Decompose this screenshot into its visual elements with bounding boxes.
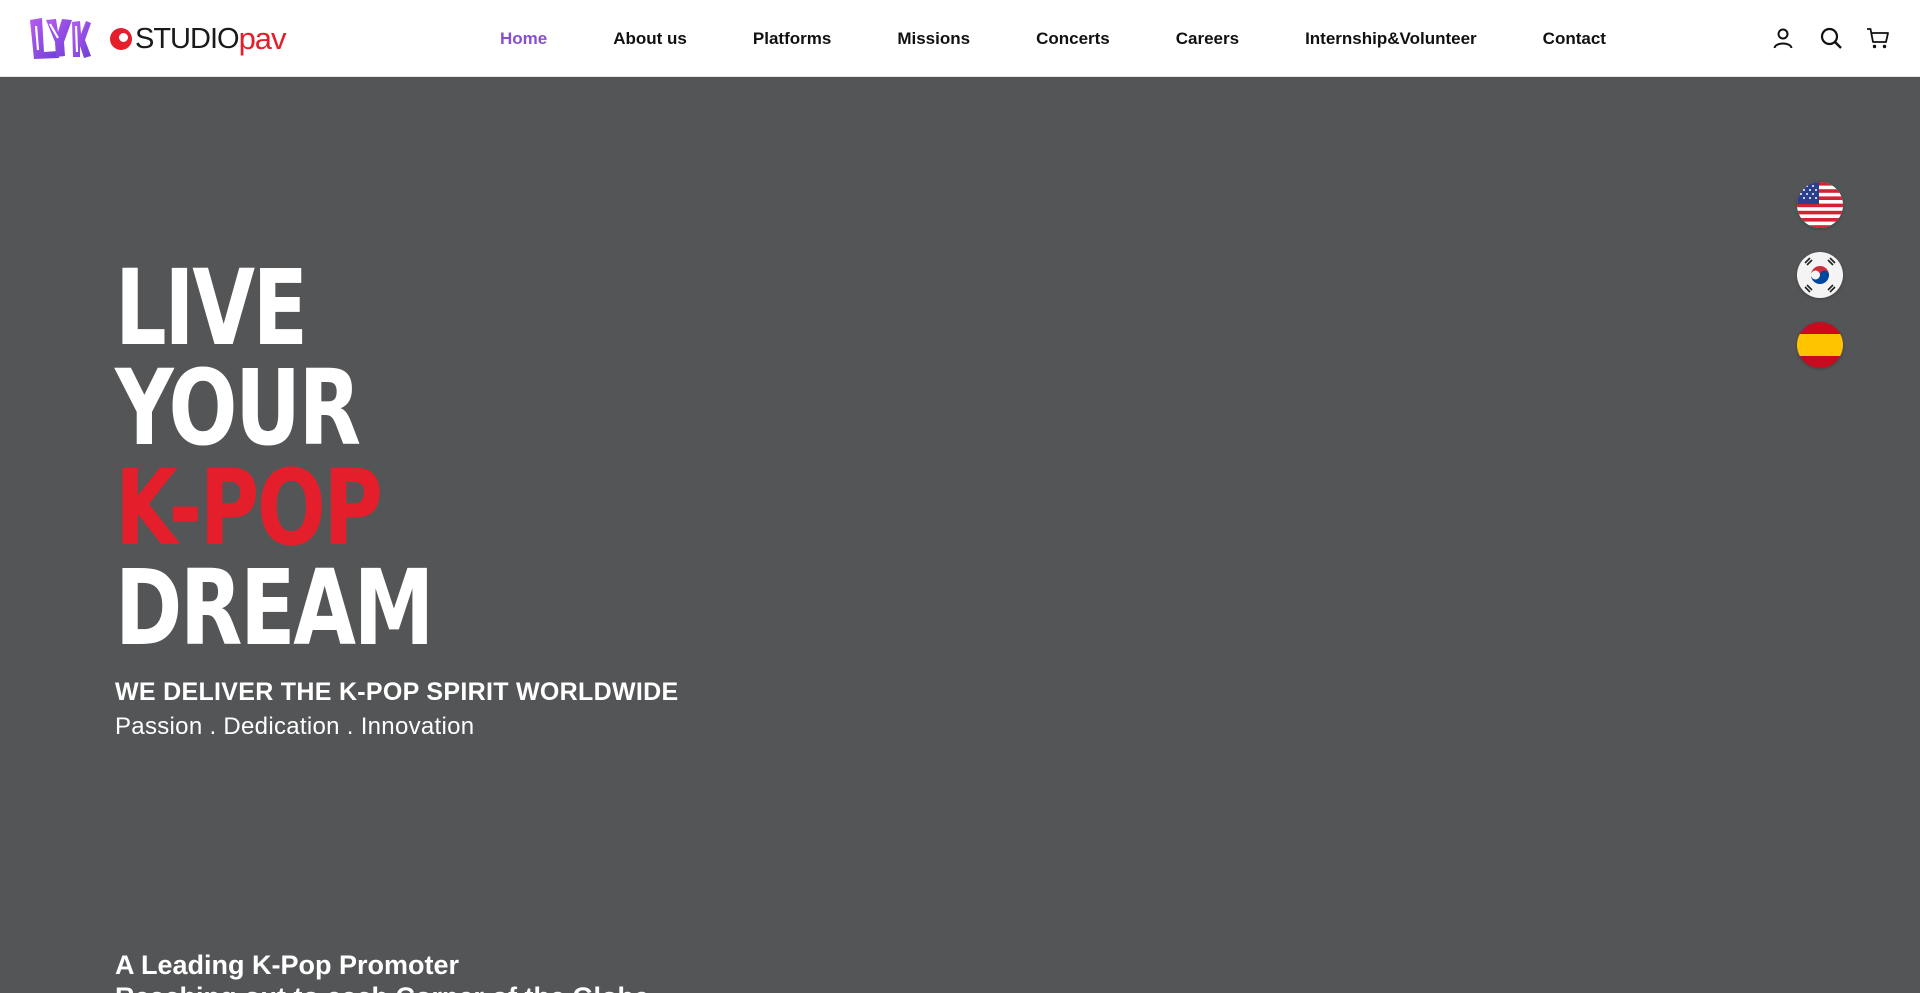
nav-item-concerts[interactable]: Concerts [1036,29,1110,49]
hero-line-your: YOUR [115,347,361,469]
pav-text: pav [238,21,287,56]
lyko-logo[interactable] [28,16,92,60]
us-flag-icon[interactable] [1797,182,1843,228]
user-icon[interactable] [1771,26,1795,50]
korea-flag-icon[interactable] [1797,252,1843,298]
nav-item-about-us[interactable]: About us [613,29,687,49]
promo-subheading: Reaching out to each Corner of the Globe [115,982,649,993]
main-nav: Home About us Platforms Missions Concert… [500,0,1606,77]
hero-line-live: LIVE [115,247,308,369]
cart-icon[interactable] [1866,26,1890,50]
nav-item-platforms[interactable]: Platforms [753,29,831,49]
hero-tagline: WE DELIVER THE K-POP SPIRIT WORLDWIDE [115,678,679,706]
record-disc-icon [110,28,132,50]
hero-subtagline: Passion . Dedication . Innovation [115,713,475,740]
nav-item-missions[interactable]: Missions [897,29,970,49]
hero-line-kpop: K-POP [115,447,383,569]
hero-line-dream: DREAM [115,547,434,669]
studio-text: STUDIO [135,23,240,55]
spain-flag-icon[interactable] [1797,322,1843,368]
studiopav-logo[interactable]: STUDIO pav [110,21,287,56]
hero-title: LIVE YOUR K-POP DREAM [115,247,445,669]
nav-item-careers[interactable]: Careers [1176,29,1239,49]
search-icon[interactable] [1819,26,1843,50]
nav-item-contact[interactable]: Contact [1543,29,1606,49]
nav-item-internship-volunteer[interactable]: Internship&Volunteer [1305,29,1477,49]
site-header: STUDIO pav Home About us Platforms Missi… [0,0,1920,77]
promo-heading: A Leading K-Pop Promoter [115,950,460,980]
nav-item-home[interactable]: Home [500,29,547,49]
